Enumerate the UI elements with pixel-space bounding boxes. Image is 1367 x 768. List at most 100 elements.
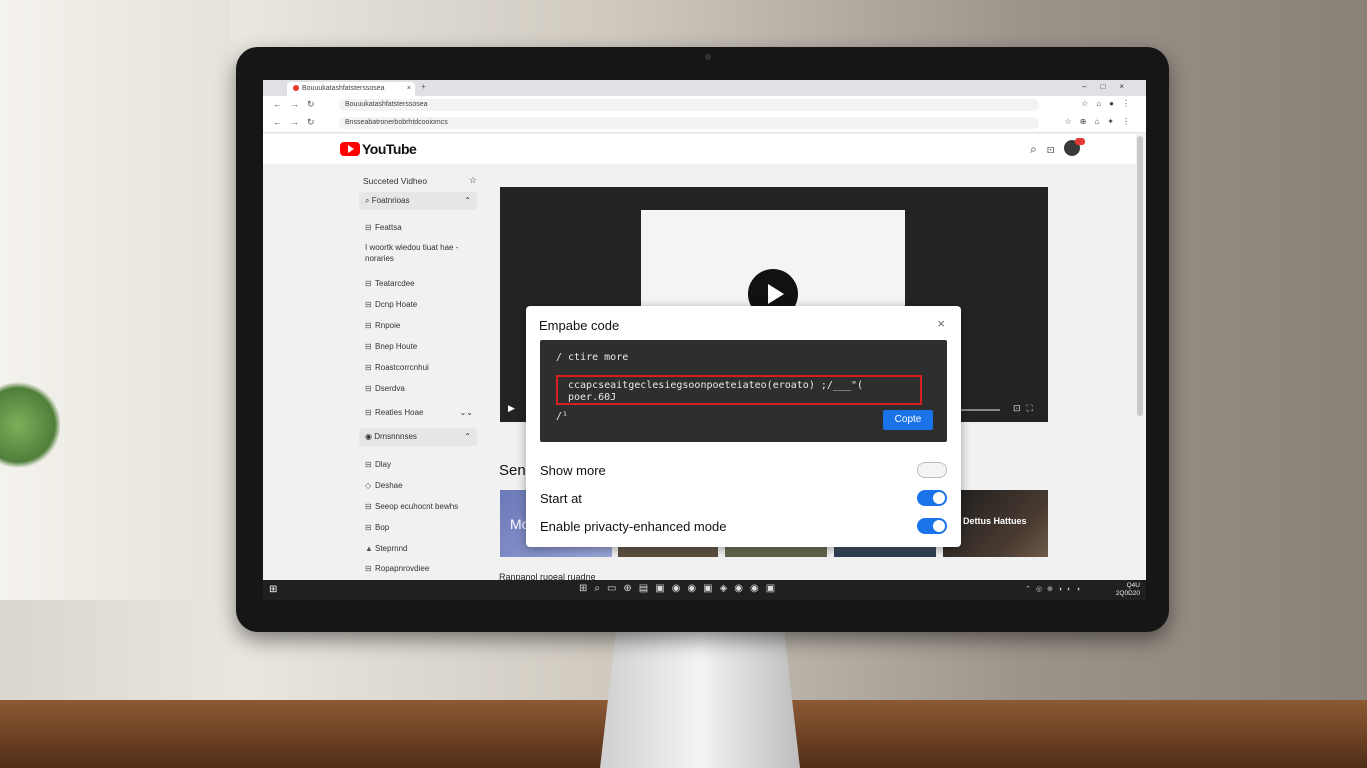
sidebar-item-label: Deshae (375, 481, 403, 490)
sidebar-item[interactable]: I woortk wiedou tiuat hae - noraries (365, 242, 481, 264)
sidebar: Succeted Vidheo ☆ ⌕ Foatnrioas ⌃ ⊟ Featts… (355, 164, 483, 584)
youtube-wordmark: YouTube (362, 141, 417, 157)
sidebar-item[interactable]: ⊟ Bnep Houte (365, 341, 481, 352)
star-icon[interactable]: ☆ (469, 175, 477, 186)
taskbar: ⊞ ⊞⌕▭⊕▤▣◉◉▣◈◉◉▣ ⌃◎⊕◑◐◖ Q4U 2Q0D20 (263, 580, 1146, 600)
item-icon: ⊟ (365, 408, 372, 417)
sidebar-item[interactable]: ⊟ Teatarcdee (365, 278, 481, 289)
sidebar-item[interactable]: ⊟ Rnpoie (365, 320, 481, 331)
sidebar-item[interactable]: ⊟ Reaties Hoae ⌄⌄ (365, 407, 481, 418)
sidebar-item-label: Seeop ecuhocnt bewhs (375, 502, 459, 511)
url-field-2[interactable]: Bnsseabatronerbobrhtdcooiomcs (339, 117, 1039, 129)
item-icon: ⊟ (365, 363, 372, 372)
volume-slider[interactable] (960, 409, 1000, 411)
sidebar-item[interactable]: ⊟ Bop (365, 522, 481, 533)
monitor-stand (600, 630, 800, 768)
sidebar-item-label: Dlay (375, 460, 392, 469)
tab-bar: Bouuukatashfatsterssosea × + –□× (263, 80, 1146, 96)
item-icon: ⊟ (365, 223, 372, 232)
sidebar-item[interactable]: ⊟ Seeop ecuhocnt bewhs (365, 501, 481, 512)
sidebar-item-label: Teatarcdee (375, 279, 415, 288)
fullscreen-icon[interactable]: ⊡⛶ (1013, 403, 1039, 414)
sidebar-item-label: I woortk wiedou tiuat hae - noraries (365, 243, 459, 263)
chevron-down-icon[interactable]: ⌄⌄ (460, 407, 473, 418)
privacy-mode-toggle[interactable] (917, 518, 947, 534)
item-icon: ⊟ (365, 460, 372, 469)
option-label: Start at (540, 491, 582, 506)
highlighted-code[interactable]: ccapcseaitgeclesiegsoonpoeteiateo(eroato… (556, 375, 922, 405)
sidebar-item[interactable]: ⊟ Ropapnrovdiee (365, 563, 481, 574)
embed-code-box[interactable]: / ctire more ccapcseaitgeclesiegsoonpoet… (540, 340, 947, 442)
code-line: / ctire more (556, 352, 629, 363)
sidebar-item[interactable]: ⊟ Roastcorrcnhui (365, 362, 481, 373)
sidebar-item[interactable]: ⊟ Dcnp Hoate (365, 299, 481, 310)
embed-code-dialog: Empabe code × / ctire more ccapcseaitgec… (526, 306, 961, 547)
toolbar-icons[interactable]: ☆⌂●⋮ (1081, 99, 1138, 108)
sidebar-item-label: Dserdva (375, 384, 405, 393)
screen: Bouuukatashfatsterssosea × + –□× ←→↻ Bou… (263, 80, 1146, 600)
extension-icons[interactable]: ☆⊕⌂✦⋮ (1065, 117, 1138, 126)
chevron-up-icon[interactable]: ⌃ (464, 428, 471, 446)
tab-title: Bouuukatashfatsterssosea (302, 85, 385, 92)
windows-start-icon[interactable]: ⊞ (269, 584, 277, 595)
show-more-toggle[interactable] (917, 462, 947, 478)
nav-buttons-2[interactable]: ←→↻ (273, 117, 323, 128)
youtube-play-icon (340, 142, 360, 156)
option-label: Show more (540, 463, 606, 478)
sidebar-item[interactable]: ⊟ Feattsa (365, 222, 481, 233)
sidebar-title: Succeted Vidheo (363, 176, 428, 186)
sidebar-item[interactable]: ⊟ Dserdva (365, 383, 481, 394)
section-label: Drnsnnnses (374, 432, 417, 441)
sidebar-item-label: Steprnnd (375, 544, 408, 553)
item-icon: ⊟ (365, 342, 372, 351)
player-play-button[interactable]: ▶ (508, 403, 515, 414)
clock-time: Q4U (1126, 582, 1140, 589)
webcam (705, 54, 711, 60)
section-label: Foatnrioas (371, 196, 410, 205)
sidebar-item[interactable]: ▲ Steprnnd (365, 543, 481, 554)
clock[interactable]: Q4U 2Q0D20 (1116, 582, 1140, 598)
new-tab-button[interactable]: + (421, 82, 426, 91)
plant (0, 380, 60, 470)
item-icon: ⊟ (365, 502, 372, 511)
item-icon: ⊟ (365, 384, 372, 393)
sidebar-section-2[interactable]: ◉ Drnsnnnses ⌃ (359, 428, 477, 446)
code-line: /¹ (556, 411, 569, 422)
sidebar-item-label: Dcnp Hoate (375, 300, 418, 309)
sidebar-item[interactable]: ⊟ Dlay (365, 459, 481, 470)
window-controls[interactable]: –□× (1082, 82, 1138, 91)
sidebar-section-1[interactable]: ⌕ Foatnrioas ⌃ (359, 192, 477, 210)
sidebar-item-label: Bnep Houte (375, 342, 418, 351)
section-heading: Sen (499, 462, 526, 479)
copy-button[interactable]: Copte (883, 410, 933, 430)
youtube-logo[interactable]: YouTube (340, 141, 417, 157)
address-bar-row-2: ←→↻ Bnsseabatronerbobrhtdcooiomcs ☆⊕⌂✦⋮ (263, 114, 1146, 133)
system-tray-icons[interactable]: ⌃◎⊕◑◐◖ (1025, 585, 1086, 593)
dialog-title: Empabe code (539, 318, 620, 333)
clock-date: 2Q0D20 (1115, 590, 1140, 597)
item-icon: ⊟ (365, 523, 372, 532)
url-field[interactable]: Bouuukatashfatsterssosea (339, 99, 1039, 111)
code-line: ccapcseaitgeclesiegsoonpoeteiateo(eroato… (568, 380, 864, 403)
circle-icon: ◉ (365, 432, 375, 441)
start-at-toggle[interactable] (917, 490, 947, 506)
nav-buttons[interactable]: ←→↻ (273, 99, 323, 110)
sidebar-item[interactable]: ◇ Deshae (365, 480, 481, 491)
sidebar-item-label: Roastcorrcnhui (375, 363, 429, 372)
sidebar-item-label: Ropapnrovdiee (375, 564, 430, 573)
item-icon: ⊟ (365, 321, 372, 330)
page-scrollbar[interactable] (1137, 136, 1143, 416)
tab-close-icon[interactable]: × (407, 82, 411, 96)
sidebar-item-label: Reaties Hoae (375, 408, 424, 417)
search-icon: ⌕ (365, 196, 372, 205)
item-icon: ⊟ (365, 300, 372, 309)
taskbar-app-icons[interactable]: ⊞⌕▭⊕▤▣◉◉▣◈◉◉▣ (579, 583, 782, 594)
browser-tab[interactable]: Bouuukatashfatsterssosea × (287, 82, 415, 96)
youtube-header: YouTube ⌕⊡✦ (263, 134, 1136, 164)
close-icon[interactable]: × (937, 316, 945, 331)
sidebar-item-label: Feattsa (375, 223, 402, 232)
item-icon: ◇ (365, 481, 372, 490)
item-icon: ⊟ (365, 279, 372, 288)
chevron-up-icon[interactable]: ⌃ (464, 192, 471, 210)
window-light (0, 0, 230, 600)
